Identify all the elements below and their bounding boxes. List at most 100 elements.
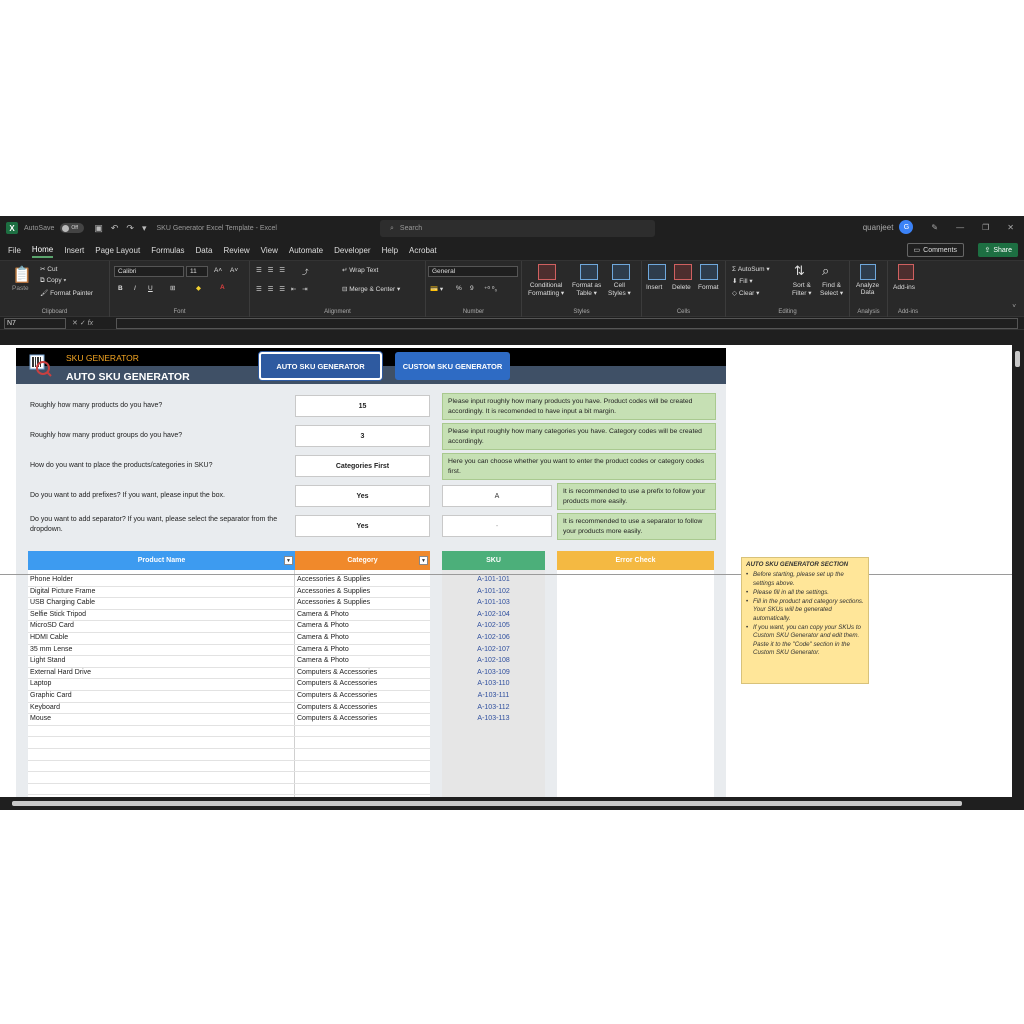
customize-toolbar-icon[interactable]: ▾ [142,223,147,234]
tab-formulas[interactable]: Formulas [151,244,184,257]
fill-color-icon[interactable]: ◆ [196,284,201,292]
decimal-icons[interactable]: ⁺⁰ ⁰₀ [484,285,497,293]
comma-button[interactable]: 9 [470,285,474,292]
save-icon[interactable]: ▣ [94,223,103,234]
insert-cells-icon[interactable] [648,264,666,282]
formula-input[interactable] [116,317,1018,329]
category-cell[interactable]: Computers & Accessories [297,713,377,725]
prefix-select[interactable]: Yes [295,485,430,507]
separator-input[interactable]: - [442,515,552,537]
product-name-cell[interactable]: Selfie Stick Tripod [30,609,86,621]
minimize-icon[interactable]: — [956,223,964,232]
category-cell[interactable]: Camera & Photo [297,620,349,632]
category-cell[interactable]: Computers & Accessories [297,690,377,702]
worksheet[interactable]: SKU GENERATOR AUTO SKU GENERATOR AUTO SK… [0,345,1012,797]
italic-button[interactable]: I [134,285,136,292]
format-cells-button[interactable]: Format [698,284,719,291]
product-name-cell[interactable]: External Hard Drive [30,667,91,679]
product-name-cell[interactable]: Keyboard [30,702,60,714]
format-as-table-button[interactable]: Format as Table ▾ [572,282,601,297]
category-cell[interactable]: Camera & Photo [297,644,349,656]
orientation-icon[interactable]: ⤴ [302,266,309,276]
find-select-icon[interactable]: ⌕ [822,263,829,279]
tab-page-layout[interactable]: Page Layout [95,244,140,257]
addins-icon[interactable] [898,264,914,282]
tab-developer[interactable]: Developer [334,244,370,257]
analyze-data-icon[interactable] [860,264,876,282]
merge-center-button[interactable]: ⊟ Merge & Center ▾ [342,285,400,293]
filter-dropdown-icon[interactable]: ▼ [284,556,293,565]
product-name-header[interactable]: Product Name ▼ [28,551,295,570]
product-name-cell[interactable]: 35 mm Lense [30,644,72,656]
tab-view[interactable]: View [261,244,278,257]
redo-icon[interactable]: ↷ [126,223,134,234]
prefix-input[interactable]: A [442,485,552,507]
font-color-icon[interactable]: A [220,284,225,291]
format-cells-icon[interactable] [700,264,718,282]
underline-button[interactable]: U [148,285,153,292]
close-icon[interactable]: ✕ [1007,223,1014,232]
delete-cells-icon[interactable] [674,264,692,282]
separator-select[interactable]: Yes [295,515,430,537]
collapse-ribbon-icon[interactable]: ˅ [1012,303,1016,310]
category-cell[interactable]: Accessories & Supplies [297,597,370,609]
category-cell[interactable]: Computers & Accessories [297,702,377,714]
category-cell[interactable]: Accessories & Supplies [297,586,370,598]
increase-font-icon[interactable]: A˄ [214,267,222,274]
groups-count-input[interactable]: 3 [295,425,430,447]
clear-button[interactable]: ◇ Clear ▾ [732,289,759,297]
product-name-cell[interactable]: Mouse [30,713,51,725]
analyze-data-button[interactable]: Analyze Data [856,282,879,296]
share-button[interactable]: ⇪ Share [978,243,1018,257]
wrap-text-button[interactable]: ↵ Wrap Text [342,266,378,274]
category-cell[interactable]: Computers & Accessories [297,678,377,690]
tab-home[interactable]: Home [31,243,54,258]
tab-file[interactable]: File [8,244,21,257]
search-input[interactable]: ⌕ Search [380,220,655,237]
font-name-select[interactable]: Calibri [114,266,184,277]
category-cell[interactable]: Accessories & Supplies [297,574,370,586]
custom-sku-generator-button[interactable]: CUSTOM SKU GENERATOR [395,352,510,380]
comments-button[interactable]: ▭ Comments [906,243,964,257]
horizontal-scrollbar[interactable] [0,797,1024,810]
products-count-input[interactable]: 15 [295,395,430,417]
tab-automate[interactable]: Automate [289,244,323,257]
name-box[interactable]: N7 [4,317,66,329]
tab-data[interactable]: Data [196,244,213,257]
font-size-select[interactable]: 11 [186,266,208,277]
decrease-font-icon[interactable]: A˅ [230,267,238,274]
horizontal-align-icons[interactable]: ☰ ☰ ☰ ⇤ ⇥ [256,285,310,293]
product-name-cell[interactable]: HDMI Cable [30,632,68,644]
tab-acrobat[interactable]: Acrobat [409,244,437,257]
product-name-cell[interactable]: Digital Picture Frame [30,586,95,598]
number-format-select[interactable]: General [428,266,518,277]
order-select[interactable]: Categories First [295,455,430,477]
avatar[interactable]: G [899,220,914,234]
conditional-formatting-icon[interactable] [538,264,556,282]
copy-button[interactable]: ⧉ Copy ▾ [40,277,66,285]
auto-sku-generator-button[interactable]: AUTO SKU GENERATOR [259,352,382,380]
vertical-align-icons[interactable]: ☰ ☰ ☰ [256,266,287,274]
category-header[interactable]: Category ▼ [295,551,430,570]
vertical-scrollbar[interactable] [1012,345,1024,797]
format-painter-button[interactable]: 🖌 Format Painter [40,289,93,297]
product-name-cell[interactable]: MicroSD Card [30,620,74,632]
insert-cells-button[interactable]: Insert [646,284,662,291]
cell-styles-icon[interactable] [612,264,630,282]
pen-icon[interactable]: ✎ [931,223,938,232]
category-cell[interactable]: Camera & Photo [297,632,349,644]
sort-filter-button[interactable]: Sort & Filter ▾ [792,282,812,297]
bold-button[interactable]: B [118,285,123,292]
category-cell[interactable]: Camera & Photo [297,655,349,667]
currency-icon[interactable]: 💳 ▾ [430,285,443,293]
product-name-cell[interactable]: Graphic Card [30,690,72,702]
autosum-button[interactable]: Σ AutoSum ▾ [732,265,770,273]
category-cell[interactable]: Camera & Photo [297,609,349,621]
category-cell[interactable]: Computers & Accessories [297,667,377,679]
product-name-cell[interactable]: Laptop [30,678,51,690]
tab-help[interactable]: Help [382,244,398,257]
format-as-table-icon[interactable] [580,264,598,282]
product-name-cell[interactable]: USB Charging Cable [30,597,95,609]
sort-filter-icon[interactable]: ⇅ [794,263,805,279]
delete-cells-button[interactable]: Delete [672,284,691,291]
